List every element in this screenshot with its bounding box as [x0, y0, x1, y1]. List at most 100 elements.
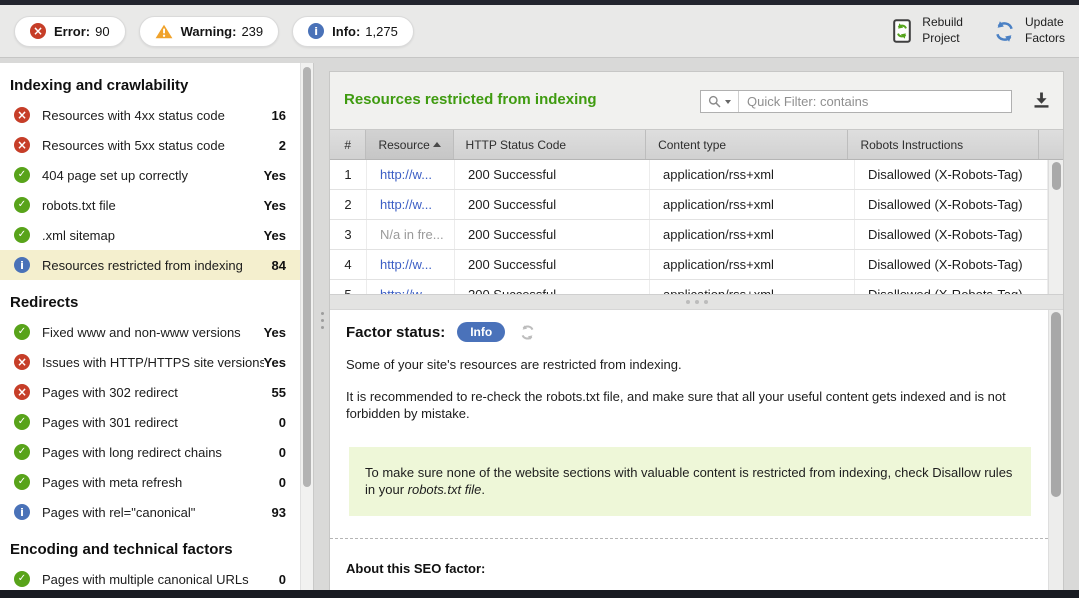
table-header: # Resource HTTP Status Code Content type…: [330, 130, 1063, 160]
ok-icon: [14, 571, 30, 587]
toolbar-actions: RebuildProject UpdateFactors: [863, 15, 1065, 46]
factor-panel-scrollbar[interactable]: [1048, 310, 1063, 590]
factor-summary-text: Some of your site's resources are restri…: [346, 356, 1046, 374]
page-title: Resources restricted from indexing: [344, 91, 597, 108]
resource-link[interactable]: http://w...: [380, 287, 432, 294]
column-header-number[interactable]: #: [330, 130, 366, 159]
rebuild-project-label: RebuildProject: [922, 15, 963, 46]
resource-link[interactable]: http://w...: [380, 257, 432, 272]
resource-text: N/a in fre...: [380, 227, 444, 242]
column-header-resource[interactable]: Resource: [366, 130, 453, 159]
sidebar-item-404-page[interactable]: 404 page set up correctly Yes: [0, 160, 300, 190]
error-badge-label: Error:: [54, 24, 90, 39]
table-row[interactable]: 3 N/a in fre... 200 Successful applicati…: [330, 220, 1063, 250]
column-header-content-type[interactable]: Content type: [646, 130, 848, 159]
sort-ascending-icon: [433, 142, 441, 147]
vertical-splitter-handle[interactable]: [321, 312, 324, 329]
sidebar-item-robots-txt[interactable]: robots.txt file Yes: [0, 190, 300, 220]
ok-icon: [14, 197, 30, 213]
table-scrollbar-thumb[interactable]: [1052, 162, 1061, 190]
sidebar-scrollbar[interactable]: [300, 63, 313, 590]
ok-icon: [14, 474, 30, 490]
sidebar-item-5xx-status[interactable]: Resources with 5xx status code 2: [0, 130, 300, 160]
factor-status-panel: Factor status: Info Some of your site's …: [330, 310, 1063, 590]
table-row[interactable]: 5 http://w... 200 Successful application…: [330, 280, 1063, 294]
update-factors-icon: [993, 20, 1016, 43]
table-row[interactable]: 1 http://w... 200 Successful application…: [330, 160, 1063, 190]
info-icon: [308, 23, 324, 39]
dashed-divider: [330, 538, 1048, 539]
info-count-badge[interactable]: Info: 1,275: [292, 16, 414, 47]
column-header-spacer: [1039, 130, 1063, 159]
factor-recommendation-text: It is recommended to re-check the robots…: [346, 388, 1046, 423]
table-scrollbar[interactable]: [1048, 160, 1063, 294]
sidebar-item-multiple-canonical-urls[interactable]: Pages with multiple canonical URLs 0: [0, 564, 300, 590]
table-row[interactable]: 2 http://w... 200 Successful application…: [330, 190, 1063, 220]
update-factors-label: UpdateFactors: [1025, 15, 1065, 46]
tip-box: To make sure none of the website section…: [349, 447, 1031, 516]
sidebar-item-meta-refresh[interactable]: Pages with meta refresh 0: [0, 467, 300, 497]
sidebar-item-restricted-from-indexing[interactable]: Resources restricted from indexing 84: [0, 250, 300, 280]
quick-filter: [700, 90, 1012, 113]
info-icon: [14, 257, 30, 273]
ok-icon: [14, 227, 30, 243]
refresh-icon[interactable]: [519, 325, 536, 340]
info-icon: [14, 504, 30, 520]
factor-panel-scrollbar-thumb[interactable]: [1051, 312, 1061, 497]
resources-table: 1 http://w... 200 Successful application…: [330, 160, 1063, 294]
resource-link[interactable]: http://w...: [380, 167, 432, 182]
ok-icon: [14, 167, 30, 183]
panel-header: Resources restricted from indexing: [330, 72, 1063, 130]
chevron-down-icon: [725, 100, 731, 104]
warning-count-badge[interactable]: Warning: 239: [139, 16, 280, 47]
rebuild-project-icon: [893, 19, 913, 43]
error-icon: [14, 137, 30, 153]
sidebar-item-http-https-issues[interactable]: Issues with HTTP/HTTPS site versions Yes: [0, 347, 300, 377]
search-icon: [708, 95, 721, 108]
download-icon: [1033, 92, 1050, 108]
error-icon: [14, 354, 30, 370]
window-bottom-edge: [0, 590, 1079, 598]
resource-link[interactable]: http://w...: [380, 197, 432, 212]
sidebar-scrollbar-thumb[interactable]: [303, 67, 311, 487]
error-icon: [30, 23, 46, 39]
factors-sidebar: Indexing and crawlability Resources with…: [0, 63, 314, 590]
warning-badge-label: Warning:: [181, 24, 237, 39]
ok-icon: [14, 414, 30, 430]
quick-filter-input[interactable]: [739, 91, 1011, 112]
sidebar-item-4xx-status[interactable]: Resources with 4xx status code 16: [0, 100, 300, 130]
table-row[interactable]: 4 http://w... 200 Successful application…: [330, 250, 1063, 280]
column-header-http-status[interactable]: HTTP Status Code: [454, 130, 647, 159]
error-icon: [14, 384, 30, 400]
update-factors-button[interactable]: UpdateFactors: [993, 15, 1065, 46]
main-panel: Resources restricted from indexing #: [330, 72, 1063, 590]
top-toolbar: Error: 90 Warning: 239 Info: 1,275: [0, 5, 1079, 58]
ok-icon: [14, 324, 30, 340]
status-badge[interactable]: Info: [457, 322, 505, 342]
website-auditor-window: Error: 90 Warning: 239 Info: 1,275: [0, 0, 1079, 598]
info-badge-label: Info:: [332, 24, 360, 39]
sidebar-item-xml-sitemap[interactable]: .xml sitemap Yes: [0, 220, 300, 250]
ok-icon: [14, 444, 30, 460]
filter-mode-dropdown[interactable]: [701, 91, 739, 112]
section-title-redirects: Redirects: [0, 280, 300, 317]
about-factor-title: About this SEO factor:: [346, 561, 1047, 576]
rebuild-project-button[interactable]: RebuildProject: [893, 15, 963, 46]
sidebar-item-301-redirect[interactable]: Pages with 301 redirect 0: [0, 407, 300, 437]
section-title-indexing: Indexing and crawlability: [0, 63, 300, 100]
error-icon: [14, 107, 30, 123]
warning-badge-value: 239: [241, 24, 263, 39]
factor-status-label: Factor status:: [346, 324, 445, 341]
error-count-badge[interactable]: Error: 90: [14, 16, 126, 47]
factor-status-header: Factor status: Info: [346, 322, 1063, 342]
sidebar-item-302-redirect[interactable]: Pages with 302 redirect 55: [0, 377, 300, 407]
warning-icon: [155, 24, 173, 39]
sidebar-item-fixed-www[interactable]: Fixed www and non-www versions Yes: [0, 317, 300, 347]
horizontal-splitter[interactable]: [330, 294, 1063, 310]
sidebar-item-long-redirect-chains[interactable]: Pages with long redirect chains 0: [0, 437, 300, 467]
error-badge-value: 90: [95, 24, 109, 39]
sidebar-item-rel-canonical[interactable]: Pages with rel="canonical" 93: [0, 497, 300, 527]
export-button[interactable]: [1033, 92, 1050, 113]
info-badge-value: 1,275: [365, 24, 398, 39]
column-header-robots-instructions[interactable]: Robots Instructions: [848, 130, 1039, 159]
